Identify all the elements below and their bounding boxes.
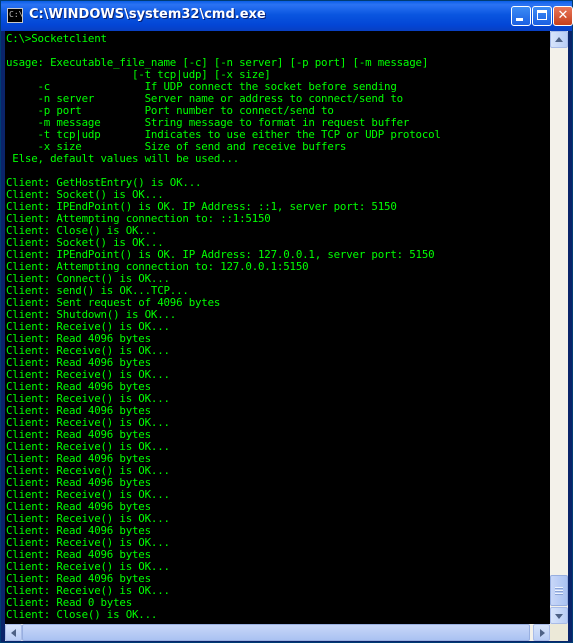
- horizontal-scrollbar[interactable]: [5, 624, 550, 641]
- scroll-up-arrow-icon: [555, 37, 563, 42]
- scroll-left-button[interactable]: [5, 624, 22, 641]
- scroll-right-arrow-icon: [540, 629, 545, 637]
- scroll-left-arrow-icon: [11, 629, 16, 637]
- maximize-icon: [537, 10, 547, 20]
- title-bar[interactable]: C:\ C:\WINDOWS\system32\cmd.exe ✕: [1, 1, 573, 31]
- minimize-icon: [516, 18, 523, 21]
- console-line: Else, default values will be used...: [6, 152, 240, 165]
- close-icon: ✕: [557, 8, 569, 23]
- grip-line: [555, 587, 563, 589]
- vertical-scrollbar[interactable]: [550, 31, 568, 624]
- scroll-down-button[interactable]: [550, 607, 568, 624]
- scroll-down-arrow-icon: [555, 614, 563, 619]
- vertical-scroll-thumb[interactable]: [550, 575, 568, 606]
- window-title: C:\WINDOWS\system32\cmd.exe: [29, 7, 266, 22]
- scroll-right-button[interactable]: [533, 624, 550, 641]
- close-button[interactable]: ✕: [553, 6, 573, 26]
- horizontal-scroll-thumb[interactable]: [22, 624, 530, 641]
- maximize-button[interactable]: [532, 6, 552, 26]
- grip-line: [555, 593, 563, 595]
- console-line: C:\>Socketclient: [6, 32, 107, 45]
- scrollbar-corner: [550, 624, 568, 641]
- cmd-window: C:\ C:\WINDOWS\system32\cmd.exe ✕ C:\>So…: [0, 0, 573, 643]
- grip-line: [555, 590, 563, 592]
- console-output[interactable]: C:\>Socketclient usage: Executable_file_n…: [5, 31, 550, 624]
- cmd-app-icon[interactable]: C:\: [7, 8, 23, 23]
- console-line: Client: Close() is OK...: [6, 608, 158, 621]
- minimize-button[interactable]: [511, 6, 531, 26]
- scroll-up-button[interactable]: [550, 31, 568, 48]
